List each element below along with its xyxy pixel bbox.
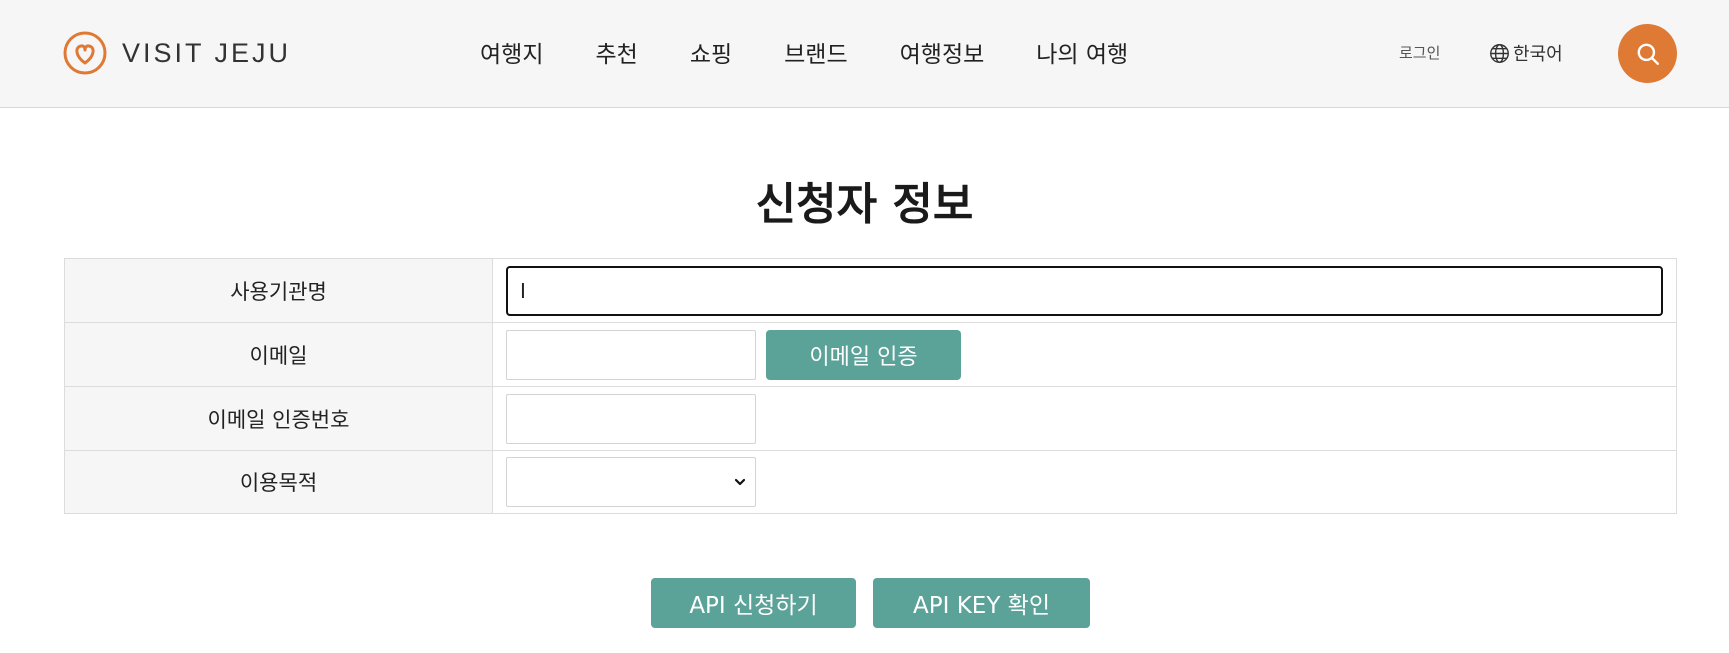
form-row-organization: 사용기관명 — [64, 258, 1677, 323]
chevron-down-icon — [734, 478, 746, 486]
api-key-check-button[interactable]: API KEY 확인 — [873, 578, 1090, 628]
nav-item-shopping[interactable]: 쇼핑 — [690, 35, 732, 69]
search-button[interactable] — [1618, 24, 1677, 83]
form-row-email: 이메일 이메일 인증 — [64, 322, 1677, 387]
nav-item-brand[interactable]: 브랜드 — [784, 35, 847, 69]
email-field-cell: 이메일 인증 — [492, 322, 1677, 387]
purpose-label: 이용목적 — [64, 450, 493, 514]
language-label: 한국어 — [1513, 44, 1563, 65]
language-selector[interactable]: 한국어 — [1489, 40, 1563, 66]
nav-item-my-trip[interactable]: 나의 여행 — [1036, 35, 1128, 69]
nav-item-recommend[interactable]: 추천 — [595, 35, 637, 69]
form-row-purpose: 이용목적 — [64, 450, 1677, 514]
form-row-verification-code: 이메일 인증번호 — [64, 386, 1677, 451]
search-icon — [1637, 43, 1659, 65]
verification-code-label: 이메일 인증번호 — [64, 386, 493, 451]
organization-input[interactable] — [506, 265, 1663, 316]
login-link[interactable]: 로그인 — [1399, 42, 1440, 63]
jeju-heart-logo-icon — [63, 31, 107, 75]
nav-item-travel-info[interactable]: 여행정보 — [900, 35, 985, 69]
page-title: 신청자 정보 — [755, 179, 974, 230]
organization-label: 사용기관명 — [64, 258, 493, 323]
purpose-field-cell — [492, 450, 1677, 514]
logo-text: VISIT JEJU — [122, 37, 292, 68]
nav-item-destinations[interactable]: 여행지 — [480, 35, 543, 69]
email-verify-button[interactable]: 이메일 인증 — [766, 329, 961, 380]
email-input[interactable] — [506, 329, 756, 380]
purpose-select[interactable] — [506, 457, 756, 507]
verification-code-field-cell — [492, 386, 1677, 451]
site-header: VISIT JEJU 여행지 추천 쇼핑 브랜드 여행정보 나의 여행 로그인 … — [0, 0, 1729, 108]
organization-field-cell — [492, 258, 1677, 323]
verification-code-input[interactable] — [506, 393, 756, 444]
globe-icon — [1490, 43, 1509, 63]
api-apply-button[interactable]: API 신청하기 — [651, 578, 856, 628]
main-nav: 여행지 추천 쇼핑 브랜드 여행정보 나의 여행 — [480, 32, 1128, 72]
action-buttons: API 신청하기 API KEY 확인 — [651, 578, 1090, 628]
email-label: 이메일 — [64, 322, 493, 387]
visit-jeju-logo[interactable]: VISIT JEJU — [62, 30, 291, 76]
applicant-form-table: 사용기관명 이메일 이메일 인증 이메일 인증번호 이용목적 — [64, 258, 1677, 514]
